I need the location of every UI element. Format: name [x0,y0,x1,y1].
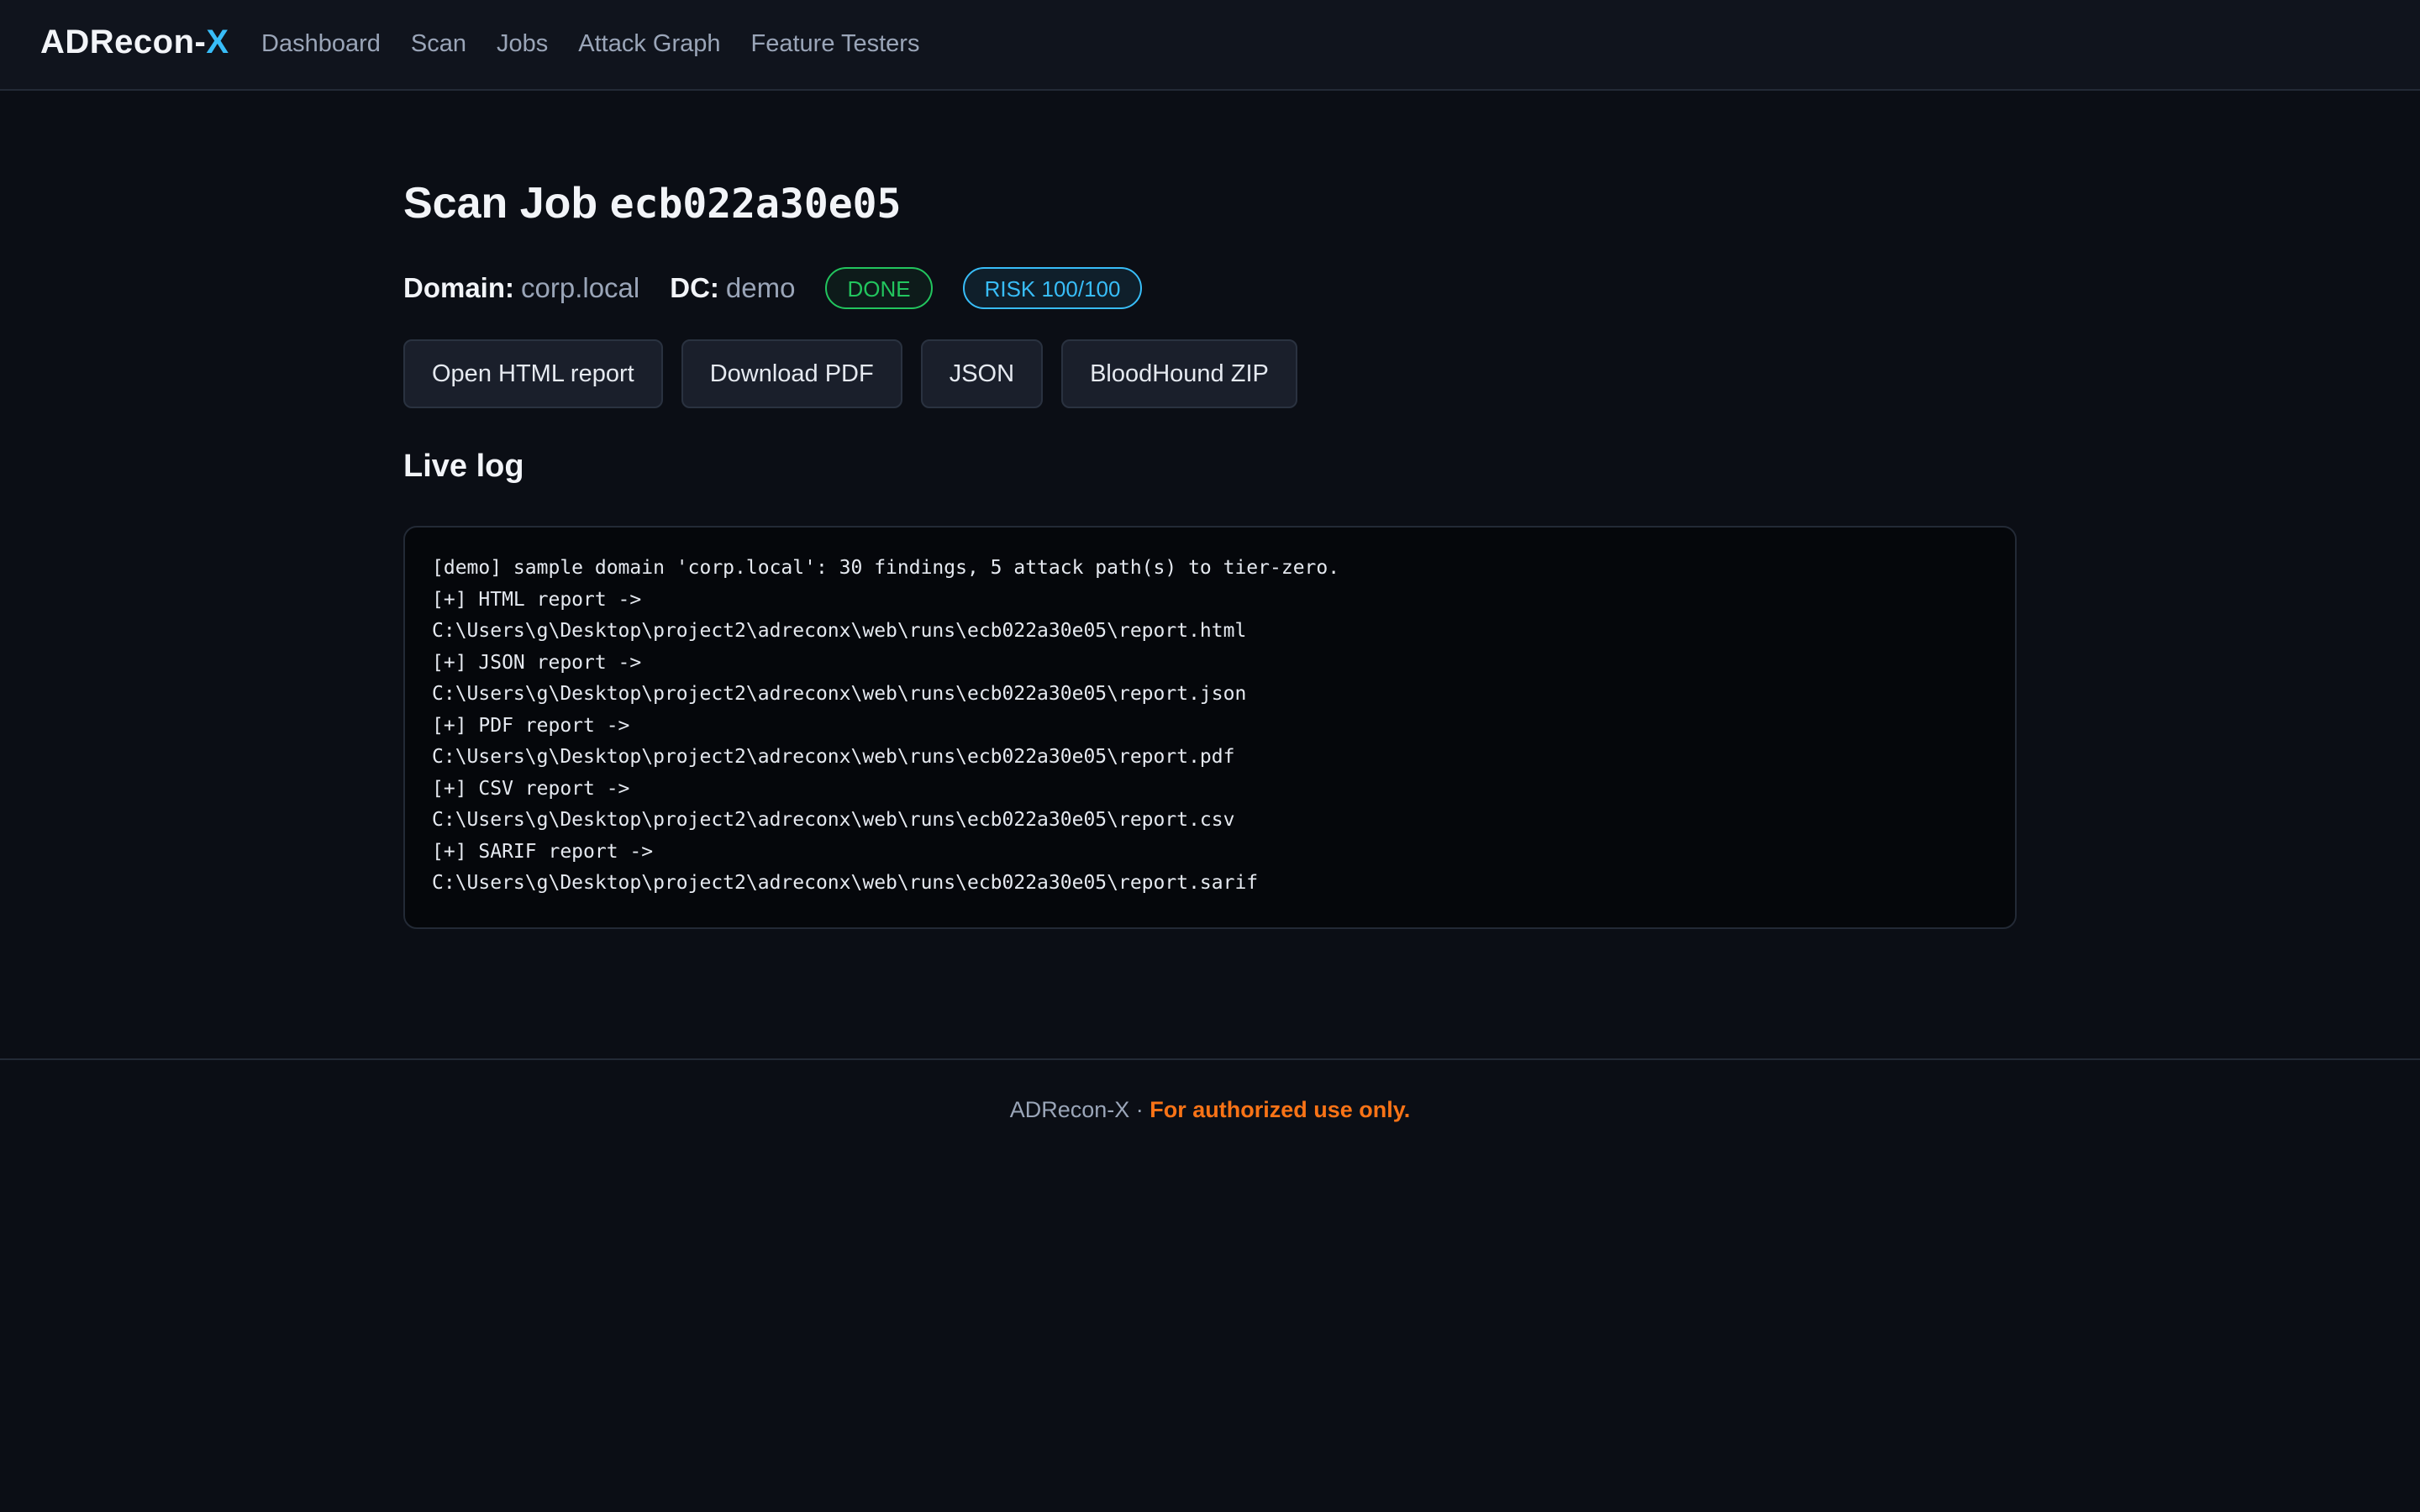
log-line: [+] PDF report -> [432,714,630,737]
brand-logo[interactable]: ADRecon-X [40,24,229,61]
page-title-prefix: Scan Job [403,179,598,228]
log-line: [+] JSON report -> [432,651,642,674]
page-footer: ADRecon-X · For authorized use only. [0,1058,2420,1123]
log-line: C:\Users\g\Desktop\project2\adreconx\web… [432,746,1235,768]
authorized-use-warning: For authorized use only. [1150,1097,1411,1122]
log-line: C:\Users\g\Desktop\project2\adreconx\web… [432,809,1235,831]
report-actions: Open HTML report Download PDF JSON Blood… [403,339,1316,408]
download-pdf-button[interactable]: Download PDF [681,339,902,408]
domain-label: Domain: [403,272,514,303]
bloodhound-zip-button[interactable]: BloodHound ZIP [1061,339,1297,408]
nav-link-scan[interactable]: Scan [411,30,466,58]
log-line: [+] HTML report -> [432,588,642,611]
brand-accent: X [206,24,229,60]
main-nav: Dashboard Scan Jobs Attack Graph Feature… [261,30,950,58]
dc-label: DC: [670,272,719,303]
log-line: C:\Users\g\Desktop\project2\adreconx\web… [432,683,1247,705]
nav-link-jobs[interactable]: Jobs [497,30,548,58]
page-title: Scan Job ecb022a30e05 [403,176,2017,231]
log-line: [+] CSV report -> [432,777,630,800]
risk-badge: RISK 100/100 [962,267,1143,309]
job-id: ecb022a30e05 [609,181,902,228]
brand-name: ADRecon- [40,24,207,60]
log-line: C:\Users\g\Desktop\project2\adreconx\web… [432,872,1259,894]
job-meta: Domain: corp.local DC: demo DONE RISK 10… [403,267,1172,309]
log-line: [+] SARIF report -> [432,840,654,863]
status-badge: DONE [825,267,933,309]
domain-value: corp.local [521,272,640,303]
nav-link-dashboard[interactable]: Dashboard [261,30,381,58]
footer-app-name: ADRecon-X [1009,1097,1130,1122]
nav-link-attack-graph[interactable]: Attack Graph [578,30,720,58]
log-line: C:\Users\g\Desktop\project2\adreconx\web… [432,620,1247,642]
footer-separator: · [1129,1097,1150,1122]
log-line: [demo] sample domain 'corp.local': 30 fi… [432,557,1340,579]
live-log-panel[interactable]: [demo] sample domain 'corp.local': 30 fi… [403,526,2017,929]
live-log-title: Live log [403,449,524,484]
top-navigation-bar: ADRecon-X Dashboard Scan Jobs Attack Gra… [0,0,2420,91]
job-detail-main: Scan Job ecb022a30e05 Domain: corp.local… [403,176,2017,929]
nav-link-feature-testers[interactable]: Feature Testers [751,30,920,58]
dc-value: demo [725,272,796,303]
open-html-report-button[interactable]: Open HTML report [403,339,663,408]
json-button[interactable]: JSON [920,339,1044,408]
